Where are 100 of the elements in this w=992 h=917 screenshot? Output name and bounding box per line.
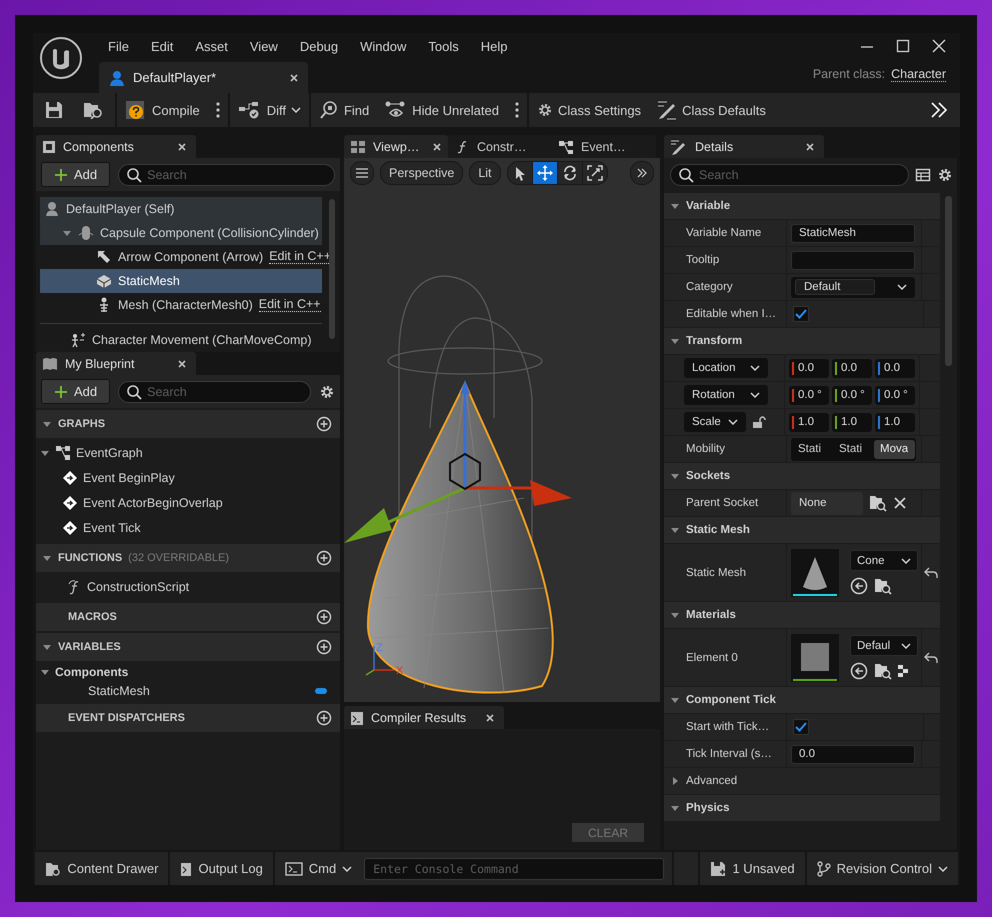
mobility-option[interactable]: Stati — [792, 440, 833, 458]
component-item[interactable]: Capsule Component (CollisionCylinder) — [40, 221, 322, 245]
number-field[interactable]: 1.0 — [832, 412, 872, 432]
expanded-triangle-icon[interactable] — [670, 695, 680, 705]
blueprint-item[interactable]: Event Tick — [36, 515, 340, 540]
reset-arrow-icon[interactable] — [924, 652, 938, 664]
text-field[interactable] — [791, 250, 915, 270]
add-circle-icon[interactable] — [316, 416, 332, 432]
settings-icon[interactable] — [937, 167, 953, 183]
component-item[interactable]: Mesh (CharacterMesh0) — [96, 293, 253, 317]
content-drawer-button[interactable]: Content Drawer — [35, 852, 168, 885]
editor-tab[interactable]: Event… — [552, 135, 656, 158]
menu-item[interactable]: Help — [472, 38, 516, 54]
scrollbar[interactable] — [329, 199, 335, 339]
category-header[interactable]: Variable — [664, 192, 940, 219]
viewport-menu-button[interactable] — [350, 161, 374, 185]
close-icon[interactable] — [178, 360, 186, 368]
maximize-icon[interactable] — [896, 39, 910, 53]
move-tool-button[interactable] — [532, 162, 557, 184]
expanded-triangle-icon[interactable] — [62, 228, 72, 238]
category-header[interactable]: Advanced — [664, 767, 940, 794]
number-field[interactable]: 0.0 — [875, 358, 915, 378]
category-header[interactable]: Transform — [664, 327, 940, 354]
expanded-triangle-icon[interactable] — [40, 667, 50, 677]
perspective-button[interactable]: Perspective — [380, 161, 464, 185]
section-header[interactable]: FUNCTIONS (32 OVERRIDABLE) — [36, 544, 340, 572]
number-field[interactable]: 0.0 ° — [789, 386, 829, 404]
blueprint-item[interactable]: EventGraph — [36, 440, 340, 465]
blueprint-item[interactable]: Event BeginPlay — [36, 465, 340, 490]
expanded-triangle-icon[interactable] — [670, 201, 680, 211]
lit-button[interactable]: Lit — [469, 161, 501, 185]
transform-mode-dropdown[interactable]: Rotation — [684, 385, 768, 405]
component-item[interactable]: StaticMesh — [40, 269, 322, 293]
number-field[interactable]: 0.0 — [789, 358, 829, 378]
details-tab[interactable]: Details — [664, 135, 824, 158]
number-field[interactable]: 0.0 ° — [832, 386, 872, 404]
search-field[interactable]: Search — [118, 164, 335, 186]
close-icon[interactable] — [806, 142, 814, 150]
menu-item[interactable]: Asset — [186, 38, 237, 54]
settings-icon[interactable] — [536, 102, 553, 118]
use-selected-icon[interactable] — [850, 577, 868, 595]
diff-button[interactable]: Diff — [230, 96, 309, 124]
expanded-triangle-icon[interactable] — [42, 642, 52, 652]
revision-control-dropdown[interactable]: Revision Control — [806, 852, 958, 885]
folder-search-icon[interactable] — [874, 577, 892, 595]
checkbox[interactable] — [793, 719, 809, 735]
parent-class-link[interactable]: Character — [891, 67, 946, 82]
editor-tab[interactable]: Viewp… — [344, 135, 448, 158]
add-button[interactable]: Add — [41, 162, 110, 187]
menu-item[interactable]: Edit — [142, 38, 182, 54]
number-field[interactable]: 0.0 — [832, 358, 872, 378]
search-field[interactable]: Search — [670, 164, 909, 186]
number-field[interactable]: 0.0 ° — [875, 386, 915, 404]
number-field[interactable]: 1.0 — [875, 412, 915, 432]
find-button[interactable]: Find — [310, 96, 378, 124]
expanded-triangle-icon[interactable] — [670, 803, 680, 813]
expanded-triangle-icon[interactable] — [42, 419, 52, 429]
text-field[interactable]: 0.0 — [791, 744, 915, 764]
close-icon[interactable] — [433, 142, 442, 150]
checkbox[interactable] — [793, 306, 809, 322]
collapsed-triangle-icon[interactable] — [670, 776, 680, 786]
settings-icon[interactable] — [319, 384, 335, 400]
add-circle-icon[interactable] — [316, 639, 332, 655]
edit-in-cpp-link[interactable]: Edit in C++ — [258, 298, 321, 312]
section-header[interactable]: GRAPHS — [36, 410, 340, 438]
add-circle-icon[interactable] — [316, 710, 332, 726]
section-header[interactable]: EVENT DISPATCHERS — [36, 704, 340, 732]
category-header[interactable]: Materials — [664, 601, 940, 628]
section-header[interactable]: VARIABLES — [36, 633, 340, 661]
editor-tab[interactable]: Constr… — [448, 135, 552, 158]
expanded-triangle-icon[interactable] — [670, 471, 680, 481]
mobility-option[interactable]: Mova — [874, 440, 915, 458]
category-header[interactable]: Sockets — [664, 462, 940, 489]
expanded-triangle-icon[interactable] — [42, 553, 52, 563]
category-dropdown[interactable]: Default — [791, 276, 915, 298]
overflow-chevrons-icon[interactable] — [930, 102, 948, 118]
category-header[interactable]: Physics — [664, 794, 940, 821]
menu-item[interactable]: Window — [351, 38, 416, 54]
compiler-results-tab[interactable]: Compiler Results — [344, 706, 504, 729]
category-header[interactable]: Static Mesh — [664, 516, 940, 543]
folder-search-icon[interactable] — [874, 662, 892, 680]
mesh-thumbnail[interactable] — [791, 548, 839, 596]
menu-item[interactable]: Debug — [290, 38, 348, 54]
compile-button[interactable]: Compile — [117, 96, 208, 124]
blueprint-item[interactable]: Event ActorBeginOverlap — [36, 490, 340, 515]
category-header[interactable]: Component Tick — [664, 686, 940, 713]
table-view-icon[interactable] — [915, 167, 931, 183]
menu-item[interactable]: View — [240, 38, 287, 54]
component-item[interactable]: Arrow Component (Arrow) — [96, 245, 264, 269]
add-circle-icon[interactable] — [316, 550, 332, 566]
folder-search-icon[interactable] — [869, 494, 887, 512]
add-circle-icon[interactable] — [316, 609, 332, 625]
expanded-triangle-icon[interactable] — [670, 336, 680, 346]
cmd-dropdown[interactable]: Cmd — [274, 852, 362, 885]
expanded-triangle-icon[interactable] — [670, 610, 680, 620]
scrollbar[interactable] — [945, 196, 952, 366]
blueprint-item[interactable]: ConstructionScript — [36, 574, 340, 599]
engine-logo-icon[interactable] — [39, 36, 83, 80]
mobility-option[interactable]: Stati — [833, 440, 874, 458]
use-selected-icon[interactable] — [850, 662, 868, 680]
